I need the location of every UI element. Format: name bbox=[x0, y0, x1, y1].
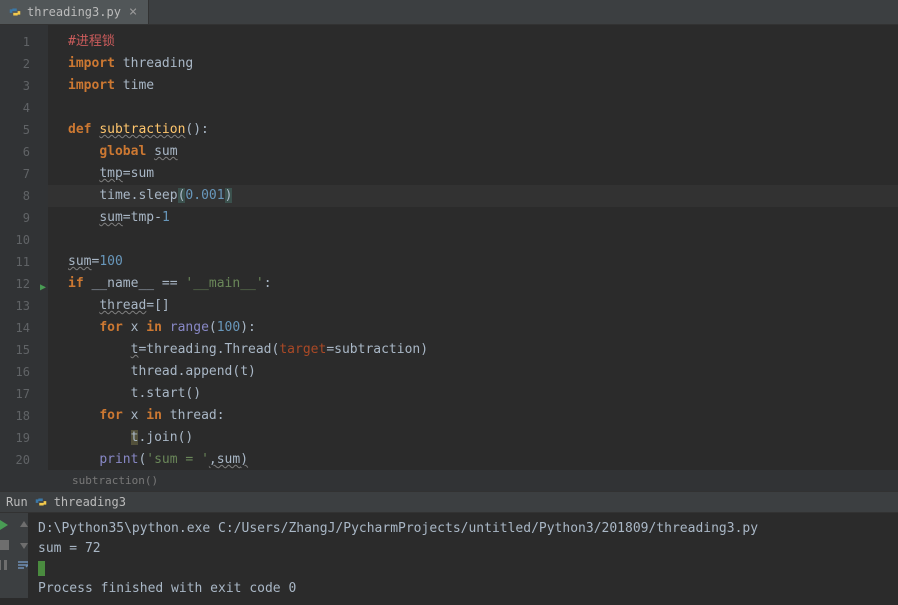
line-number[interactable]: 1 bbox=[0, 31, 48, 53]
line-number[interactable]: 8 bbox=[0, 185, 48, 207]
console-output[interactable]: D:\Python35\python.exe C:/Users/ZhangJ/P… bbox=[28, 513, 898, 598]
line-number[interactable]: 5 bbox=[0, 119, 48, 141]
editor-area: 1 2 3 4 5 6 7 8 9 10 11 12▶ 13 14 15 16 … bbox=[0, 25, 898, 470]
line-number[interactable]: 17 bbox=[0, 383, 48, 405]
console-panel: D:\Python35\python.exe C:/Users/ZhangJ/P… bbox=[0, 513, 898, 598]
line-number[interactable]: 14 bbox=[0, 317, 48, 339]
line-number[interactable]: 12▶ bbox=[0, 273, 48, 295]
line-number[interactable]: 7 bbox=[0, 163, 48, 185]
breadcrumb[interactable]: subtraction() bbox=[0, 470, 898, 491]
line-number[interactable]: 19 bbox=[0, 427, 48, 449]
cursor-icon bbox=[38, 561, 45, 576]
python-icon bbox=[34, 495, 48, 509]
close-icon[interactable]: × bbox=[126, 4, 140, 20]
pause-icon[interactable] bbox=[0, 559, 9, 571]
console-line: sum = 72 bbox=[38, 539, 888, 559]
python-icon bbox=[8, 5, 22, 19]
run-toolbar: Run threading3 bbox=[0, 491, 898, 513]
line-number[interactable]: 4 bbox=[0, 97, 48, 119]
tab-name: threading3.py bbox=[27, 5, 121, 19]
console-line: Process finished with exit code 0 bbox=[38, 579, 888, 599]
line-number[interactable]: 13 bbox=[0, 295, 48, 317]
line-number[interactable]: 11 bbox=[0, 251, 48, 273]
run-config-name[interactable]: threading3 bbox=[54, 495, 126, 509]
line-number[interactable]: 2 bbox=[0, 53, 48, 75]
line-number[interactable]: 3 bbox=[0, 75, 48, 97]
line-number[interactable]: 9 bbox=[0, 207, 48, 229]
line-number[interactable]: 18 bbox=[0, 405, 48, 427]
tab-bar: threading3.py × bbox=[0, 0, 898, 25]
console-toolbar bbox=[0, 513, 28, 598]
code-area[interactable]: #进程锁 import threading import time def su… bbox=[48, 25, 898, 470]
run-label: Run bbox=[6, 495, 28, 509]
line-number[interactable]: 20 bbox=[0, 449, 48, 471]
editor-tab[interactable]: threading3.py × bbox=[0, 0, 149, 24]
stop-icon[interactable] bbox=[0, 539, 10, 551]
console-line: D:\Python35\python.exe C:/Users/ZhangJ/P… bbox=[38, 519, 888, 539]
line-number[interactable]: 10 bbox=[0, 229, 48, 251]
line-gutter: 1 2 3 4 5 6 7 8 9 10 11 12▶ 13 14 15 16 … bbox=[0, 25, 48, 470]
rerun-icon[interactable] bbox=[0, 519, 10, 531]
line-number[interactable]: 16 bbox=[0, 361, 48, 383]
line-number[interactable]: 6 bbox=[0, 141, 48, 163]
console-cursor-line bbox=[38, 559, 888, 579]
line-number[interactable]: 15 bbox=[0, 339, 48, 361]
